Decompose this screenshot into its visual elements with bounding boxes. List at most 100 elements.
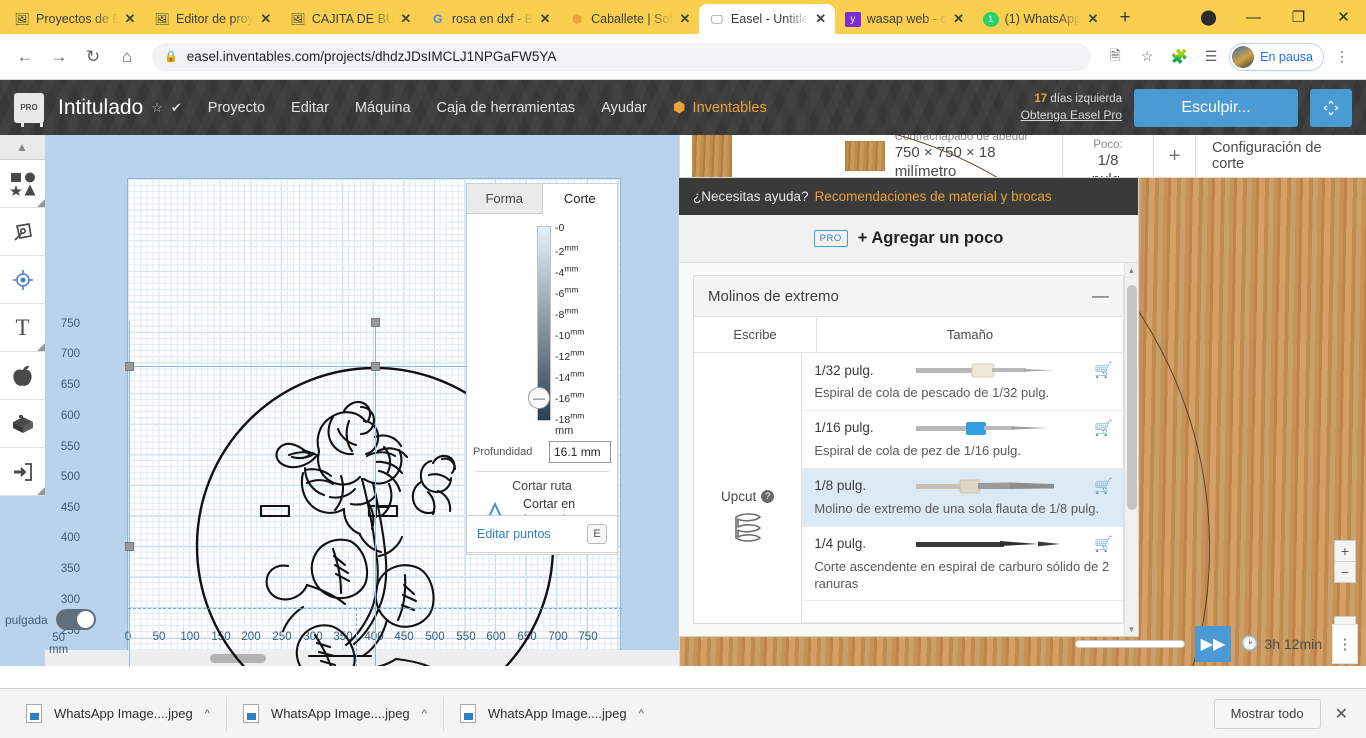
home-button[interactable]: ⌂ [112,42,142,72]
back-button[interactable]: ← [10,42,40,72]
forward-button[interactable]: → [44,42,74,72]
close-icon[interactable]: ✕ [1087,11,1099,27]
maximize-button[interactable]: ❐ [1276,0,1321,34]
apple-icon[interactable] [0,352,45,400]
scrollbar-thumb[interactable] [1127,285,1137,510]
end-mills-header[interactable]: Molinos de extremo — [694,276,1123,317]
zoom-in-button[interactable]: + [1334,540,1356,562]
close-icon[interactable]: ✕ [1335,704,1356,724]
pen-icon[interactable] [0,208,45,256]
caret-up-icon[interactable]: ▲ [1125,263,1138,277]
favorite-star-icon[interactable]: ☆ [151,100,163,116]
puzzle-icon[interactable]: 🧩 [1165,43,1193,71]
zoom-controls: + − [1334,540,1356,583]
close-icon[interactable]: ✕ [124,11,136,27]
close-icon[interactable]: ✕ [539,11,551,27]
depth-tick: -0 [555,222,565,234]
depth-slider-area[interactable]: -0 -2mm -4mm -6mm -8mm -10mm -12mm -14mm… [467,214,617,439]
profile-chip[interactable]: En pausa [1229,42,1324,71]
tab-corte[interactable]: Corte [542,184,617,214]
cart-icon[interactable]: 🛒 [1091,361,1113,379]
target-icon[interactable] [0,256,45,304]
bits-scroll-region[interactable]: Molinos de extremo — Escribe Tamaño Upcu… [679,263,1138,636]
chevron-up-icon[interactable]: ^ [639,708,644,720]
close-icon[interactable]: ✕ [400,11,412,27]
file-icon [242,704,259,723]
add-bit-row[interactable]: PRO + Agregar un poco [679,215,1138,263]
unit-toggle-group[interactable]: pulgada [5,609,96,630]
chevrons-up-icon[interactable]: ▲ [0,135,45,160]
reading-list-icon[interactable]: ☰ [1197,43,1225,71]
chrome-profile-pin-icon[interactable]: ⬤ [1186,0,1231,34]
close-window-button[interactable]: ✕ [1321,0,1366,34]
menu-caja-de-herramientas[interactable]: Caja de herramientas [437,100,576,116]
text-icon[interactable]: T [0,304,45,352]
bit-cell[interactable]: Poco: 1/8 pulg. [1063,135,1155,188]
browser-tab[interactable]: 🖼 Editor de proy ✕ [144,4,280,34]
close-icon[interactable]: ✕ [815,11,827,27]
minus-icon[interactable]: — [1092,286,1109,306]
tab-title: Editor de proy [176,12,254,26]
import-icon[interactable] [0,448,45,496]
add-bit-label[interactable]: + Agregar un poco [858,229,1004,248]
menu-editar[interactable]: Editar [291,100,329,116]
star-icon[interactable]: ☆ [1133,43,1161,71]
browser-tab[interactable]: 🖼 CAJITA DE BU ✕ [279,4,420,34]
depth-input[interactable] [549,441,611,463]
show-all-button[interactable]: Mostrar todo [1213,698,1321,729]
close-icon[interactable]: ✕ [953,11,965,27]
chevron-up-icon[interactable]: ^ [205,708,210,720]
bit-row[interactable]: 1/16 pulg. 🛒 Espiral de cola de pez de 1… [802,411,1123,469]
unit-toggle[interactable] [55,609,96,630]
cart-icon[interactable]: 🛒 [1091,535,1113,553]
bit-row[interactable]: 1/4 pulg. 🛒 Corte ascendente en espiral … [802,527,1123,602]
depth-slider-knob[interactable]: — [528,387,550,409]
cut-settings-button[interactable]: Configuración de corte [1196,135,1366,177]
minimize-button[interactable]: — [1231,0,1276,34]
close-icon[interactable]: ✕ [679,11,691,27]
box-icon[interactable] [0,400,45,448]
edit-points-card[interactable]: Editar puntos E [466,515,618,553]
browser-tab[interactable]: 🖼 Proyectos de E ✕ [4,4,144,34]
close-icon[interactable]: ✕ [260,11,272,27]
download-item[interactable]: WhatsApp Image....jpeg ^ [10,696,227,731]
add-material-button[interactable]: + [1154,135,1196,177]
download-item[interactable]: WhatsApp Image....jpeg ^ [227,696,444,731]
bit-row[interactable] [802,601,1123,624]
shapes-icon[interactable] [0,160,45,208]
bit-row[interactable]: 1/32 pulg. 🛒 Espiral de cola de pescado … [802,353,1123,411]
cart-icon[interactable]: 🛒 [1091,477,1113,495]
simulation-slider[interactable] [1074,639,1185,648]
tab-forma[interactable]: Forma [467,184,543,214]
browser-tab-active[interactable]: 🖵 Easel - Untitle ✕ [698,4,835,34]
zoom-out-button[interactable]: − [1334,561,1356,583]
menu-ayudar[interactable]: Ayudar [601,100,647,116]
browser-tab[interactable]: y wasap web - c ✕ [834,4,973,34]
carve-button[interactable]: Esculpir... [1134,88,1298,127]
browser-tab[interactable]: ⬢ Caballete | Sof ✕ [559,4,699,34]
cart-icon[interactable]: 🛒 [1091,419,1113,437]
get-easel-pro-link[interactable]: Obtenga Easel Pro [1021,107,1122,123]
chevron-up-icon[interactable]: ^ [422,708,427,720]
kebab-icon[interactable]: ⋮ [1332,623,1358,664]
fast-forward-icon[interactable]: ▶▶ [1194,625,1231,662]
caret-down-icon[interactable]: ▼ [1124,622,1138,636]
translate-icon[interactable]: 🗎 [1101,43,1129,71]
edit-points-link[interactable]: Editar puntos [477,527,579,541]
browser-tab[interactable]: G rosa en dxf - B ✕ [419,4,560,34]
question-icon[interactable]: ? [761,490,775,504]
new-tab-button[interactable]: + [1111,4,1139,32]
menu-maquina[interactable]: Máquina [355,100,411,116]
menu-proyecto[interactable]: Proyecto [208,100,265,116]
depth-tick: -6mm [555,284,579,300]
bit-row-selected[interactable]: 1/8 pulg. 🛒 Molino de extremo de una sol… [802,468,1123,527]
browser-tab[interactable]: 1 (1) WhatsApp ✕ [972,4,1108,34]
inventables-link[interactable]: ⬢ Inventables [673,100,767,116]
reload-button[interactable]: ↻ [78,42,108,72]
bits-help-link[interactable]: Recomendaciones de material y brocas [815,189,1052,204]
download-item[interactable]: WhatsApp Image....jpeg ^ [444,697,660,731]
kebab-icon[interactable]: ⋮ [1328,43,1356,71]
bits-scrollbar[interactable]: ▲ [1124,263,1138,636]
address-bar[interactable]: 🔒 easel.inventables.com/projects/dhdzJDs… [152,42,1092,71]
expand-icon[interactable] [1310,88,1352,127]
